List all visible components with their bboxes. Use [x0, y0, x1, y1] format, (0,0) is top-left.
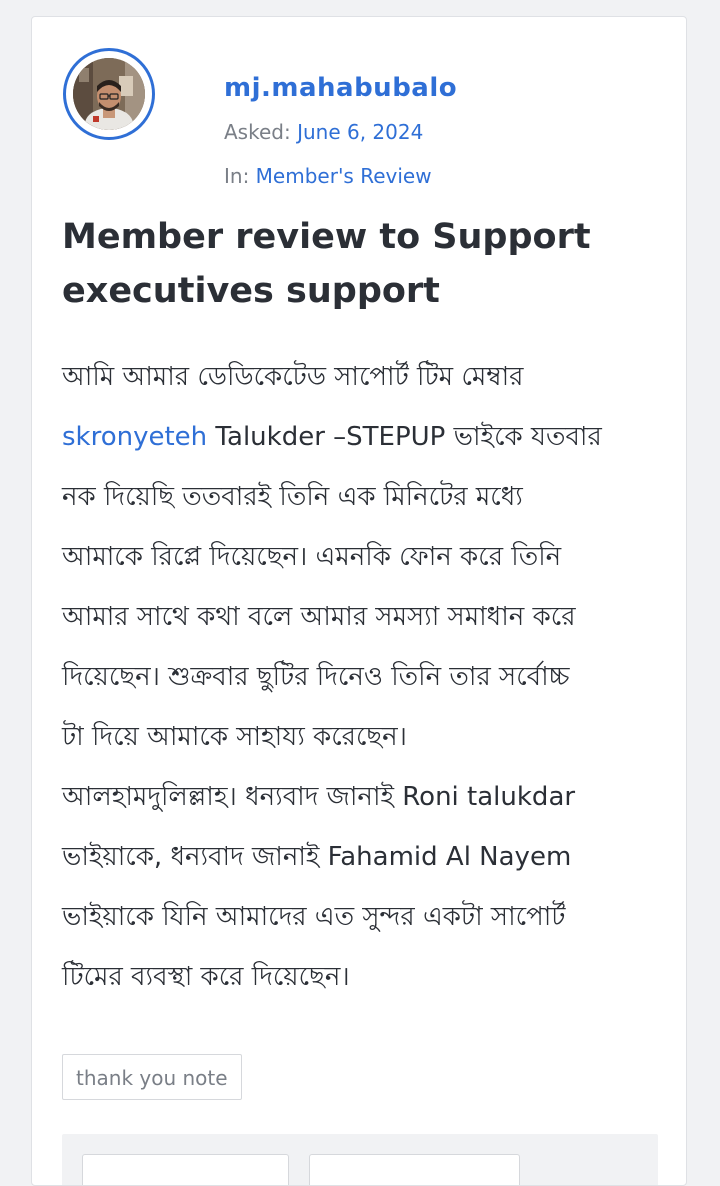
category-link[interactable]: Member's Review — [256, 164, 432, 188]
question-title-line-2: executives support — [62, 271, 440, 311]
asked-meta: Asked: June 6, 2024 — [224, 120, 423, 144]
body-line: নক দিয়েছি ততবারই তিনি এক মিনিটের মধ্যে — [62, 482, 523, 512]
question-title: Member review to Support executives supp… — [62, 210, 602, 318]
body-line: আমাকে রিপ্লে দিয়েছেন। এমনকি ফোন করে তিন… — [62, 542, 562, 572]
body-line: টিমের ব্যবস্থা করে দিয়েছেন। — [62, 962, 350, 992]
category-label: In: — [224, 164, 250, 188]
share-button[interactable] — [309, 1154, 520, 1185]
question-body: আমি আমার ডেডিকেটেড সাপোর্ট টিম মেম্বার s… — [62, 347, 662, 1007]
body-line: ভাইয়াকে যিনি আমাদের এত সুন্দর একটা সাপো… — [62, 902, 566, 932]
category-meta: In: Member's Review — [224, 164, 432, 188]
author-username-link[interactable]: mj.mahabubalo — [224, 73, 457, 103]
question-card: mj.mahabubalo Asked: June 6, 2024 In: Me… — [31, 16, 687, 1186]
asked-label: Asked: — [224, 120, 291, 144]
answer-button[interactable] — [82, 1154, 289, 1185]
action-bar — [62, 1134, 658, 1185]
user-photo-icon — [73, 58, 145, 130]
avatar-photo — [73, 58, 145, 130]
body-line: আলহামদুলিল্লাহ। ধন্যবাদ জানাই Roni taluk… — [62, 782, 576, 812]
tag-thank-you-note[interactable]: thank you note — [62, 1054, 242, 1100]
body-line: দিয়েছেন। শুক্রবার ছুটির দিনেও তিনি তার … — [62, 662, 570, 692]
mention-link[interactable]: skronyeteh — [62, 422, 207, 452]
question-title-line-1: Member review to Support — [62, 217, 591, 257]
body-line: টা দিয়ে আমাকে সাহায্য করেছেন। — [62, 722, 407, 752]
asked-date-link[interactable]: June 6, 2024 — [297, 120, 423, 144]
body-line: আমি আমার ডেডিকেটেড সাপোর্ট টিম মেম্বার — [62, 362, 524, 392]
author-avatar[interactable] — [63, 48, 155, 140]
body-text: Talukder –STEPUP ভাইকে যতবার — [207, 422, 602, 452]
body-line: skronyeteh Talukder –STEPUP ভাইকে যতবার — [62, 407, 662, 467]
body-line: আমার সাথে কথা বলে আমার সমস্যা সমাধান করে — [62, 602, 576, 632]
body-line: ভাইয়াকে, ধন্যবাদ জানাই Fahamid Al Nayem — [62, 842, 572, 872]
